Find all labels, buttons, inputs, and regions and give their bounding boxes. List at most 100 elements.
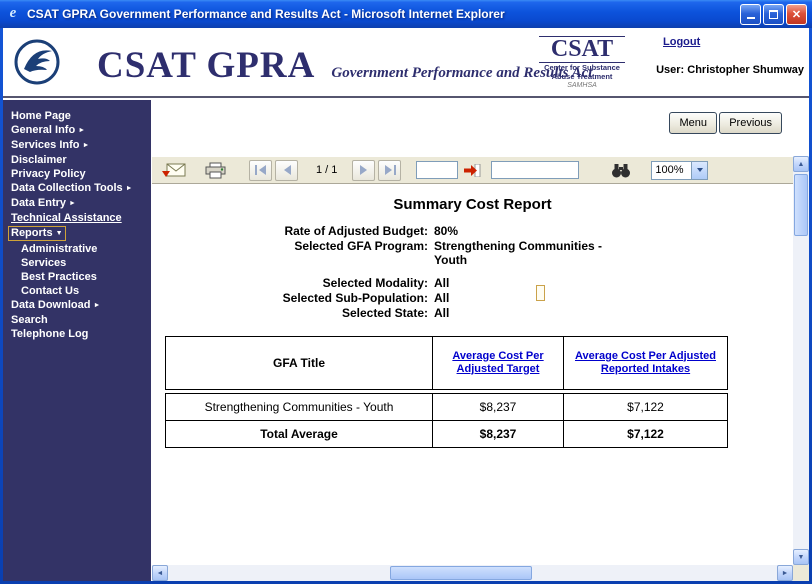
goto-page-button[interactable] xyxy=(464,164,481,177)
param-row: Selected State: All xyxy=(152,306,793,320)
previous-button[interactable]: Previous xyxy=(719,112,782,134)
param-label: Rate of Adjusted Budget: xyxy=(152,224,428,238)
zoom-dropdown-button[interactable] xyxy=(691,161,708,180)
title-bar[interactable]: e CSAT GPRA Government Performance and R… xyxy=(0,0,812,28)
main-content: Menu Previous xyxy=(151,100,809,581)
scroll-down-button[interactable]: ▼ xyxy=(793,549,809,565)
scroll-left-button[interactable]: ◄ xyxy=(152,565,168,581)
sidebar-item-telephone-log[interactable]: Telephone Log xyxy=(3,327,151,341)
export-button[interactable] xyxy=(162,162,186,179)
table-header-avg-cost-per-adjusted-target-link[interactable]: Average Cost Per Adjusted Target xyxy=(435,350,561,376)
find-button[interactable] xyxy=(611,163,631,178)
param-label: Selected State: xyxy=(152,306,428,320)
table-row-total: Total Average $8,237 $7,122 xyxy=(166,421,728,448)
sidebar-item-reports[interactable]: Reports▼ xyxy=(3,225,151,242)
close-button[interactable]: ✕ xyxy=(786,4,807,25)
brand-title: CSAT GPRA xyxy=(97,44,315,87)
page-actions-bar: Menu Previous xyxy=(151,100,809,156)
minimize-button[interactable] xyxy=(740,4,761,25)
sidebar-item-home-page[interactable]: Home Page xyxy=(3,109,151,123)
scroll-right-button[interactable]: ► xyxy=(777,565,793,581)
window-title: CSAT GPRA Government Performance and Res… xyxy=(27,7,740,21)
report-table-body: Strengthening Communities - Youth $8,237… xyxy=(165,393,728,448)
submenu-right-icon: ► xyxy=(69,200,76,207)
first-page-button[interactable] xyxy=(249,160,272,181)
submenu-down-icon: ▼ xyxy=(56,230,63,237)
cell-gfa-title: Strengthening Communities - Youth xyxy=(166,394,433,421)
param-value: All xyxy=(434,291,612,305)
goto-page-input[interactable] xyxy=(416,161,458,179)
horizontal-scrollbar-thumb[interactable] xyxy=(390,566,532,580)
page-body: CSAT GPRA Government Performance and Res… xyxy=(3,28,809,581)
submenu-right-icon: ► xyxy=(82,142,89,149)
last-page-icon xyxy=(384,165,396,175)
table-header-gfa-title: GFA Title xyxy=(166,337,433,390)
previous-page-button[interactable] xyxy=(275,160,298,181)
zoom-dropdown[interactable]: 100% xyxy=(651,161,708,180)
param-row: Selected GFA Program: Strengthening Comm… xyxy=(152,239,793,267)
cell-total-target: $8,237 xyxy=(433,421,564,448)
sidebar-item-services-info[interactable]: Services Info► xyxy=(3,138,151,153)
sidebar-item-services[interactable]: Services xyxy=(3,256,151,270)
sidebar-item-disclaimer[interactable]: Disclaimer xyxy=(3,153,151,167)
param-label: Selected GFA Program: xyxy=(152,239,428,267)
print-button[interactable] xyxy=(204,162,227,179)
previous-page-icon xyxy=(282,165,292,175)
sidebar-item-data-entry[interactable]: Data Entry► xyxy=(3,196,151,211)
sidebar-item-best-practices[interactable]: Best Practices xyxy=(3,270,151,284)
maximize-icon xyxy=(769,10,778,19)
browser-window: e CSAT GPRA Government Performance and R… xyxy=(0,0,812,584)
vertical-scrollbar[interactable]: ▲ ▼ xyxy=(793,156,809,565)
next-page-icon xyxy=(359,165,369,175)
sidebar-item-contact-us[interactable]: Contact Us xyxy=(3,284,151,298)
binoculars-icon xyxy=(611,163,631,178)
page-header: CSAT GPRA Government Performance and Res… xyxy=(3,28,809,98)
horizontal-scrollbar[interactable]: ◄ ► xyxy=(152,565,793,581)
cell-avg-cost-intakes: $7,122 xyxy=(564,394,728,421)
param-value: 80% xyxy=(434,224,612,238)
search-text-input[interactable] xyxy=(491,161,579,179)
param-value: All xyxy=(434,306,612,320)
sidebar-item-privacy-policy[interactable]: Privacy Policy xyxy=(3,167,151,181)
cell-avg-cost-target: $8,237 xyxy=(433,394,564,421)
sidebar-item-administrative[interactable]: Administrative xyxy=(3,242,151,256)
param-row: Selected Sub-Population: All xyxy=(152,291,793,305)
first-page-icon xyxy=(255,165,267,175)
export-icon xyxy=(162,162,186,179)
internet-explorer-icon: e xyxy=(5,6,21,22)
sidebar-item-general-info[interactable]: General Info► xyxy=(3,123,151,138)
page-number-label: 1 / 1 xyxy=(316,164,337,176)
report-table: GFA Title Average Cost Per Adjusted Targ… xyxy=(165,336,727,448)
vertical-scrollbar-thumb[interactable] xyxy=(794,174,808,236)
report-viewer: 1 / 1 xyxy=(152,156,809,581)
sidebar-item-data-download[interactable]: Data Download► xyxy=(3,298,151,313)
submenu-right-icon: ► xyxy=(126,185,133,192)
table-row: Strengthening Communities - Youth $8,237… xyxy=(166,394,728,421)
table-header-avg-cost-per-adjusted-reported-intakes-link[interactable]: Average Cost Per Adjusted Reported Intak… xyxy=(566,350,725,376)
param-value: Strengthening Communities - Youth xyxy=(434,239,612,267)
param-label: Selected Modality: xyxy=(152,276,428,290)
scrollbar-corner xyxy=(793,565,809,581)
report-page: Summary Cost Report Rate of Adjusted Bud… xyxy=(152,184,793,565)
param-value: All xyxy=(434,276,612,290)
report-parameters: Rate of Adjusted Budget: 80% Selected GF… xyxy=(152,224,793,320)
csat-logo-name: CSAT xyxy=(539,36,625,63)
next-page-button[interactable] xyxy=(352,160,375,181)
current-user-label: User: Christopher Shumway xyxy=(656,64,804,76)
scroll-up-button[interactable]: ▲ xyxy=(793,156,809,172)
hhs-logo xyxy=(13,38,61,91)
brand-block: CSAT GPRA Government Performance and Res… xyxy=(97,44,592,87)
csat-logo-sub1: Center for Substance xyxy=(539,63,625,72)
param-row: Rate of Adjusted Budget: 80% xyxy=(152,224,793,238)
report-table-header: GFA Title Average Cost Per Adjusted Targ… xyxy=(165,336,728,390)
submenu-right-icon: ► xyxy=(93,302,100,309)
sidebar-item-technical-assistance[interactable]: Technical Assistance xyxy=(3,211,151,225)
menu-button[interactable]: Menu xyxy=(669,112,717,134)
maximize-button[interactable] xyxy=(763,4,784,25)
submenu-right-icon: ► xyxy=(78,127,85,134)
minimize-icon xyxy=(747,10,755,19)
sidebar-item-data-collection-tools[interactable]: Data Collection Tools► xyxy=(3,181,151,196)
sidebar-item-search[interactable]: Search xyxy=(3,313,151,327)
logout-link[interactable]: Logout xyxy=(663,36,700,48)
last-page-button[interactable] xyxy=(378,160,401,181)
